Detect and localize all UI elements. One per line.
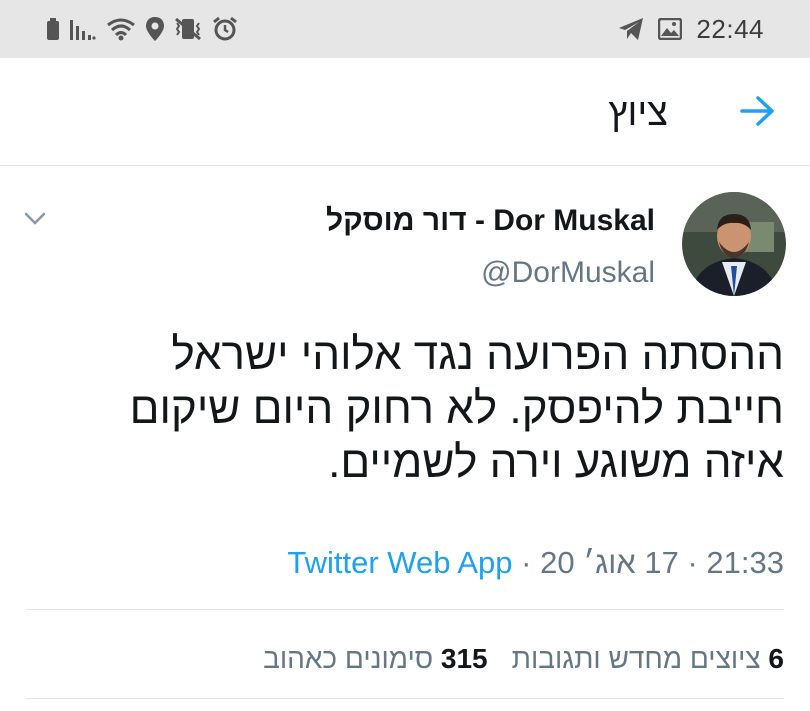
chevron-down-icon xyxy=(24,212,46,231)
back-button[interactable] xyxy=(734,90,780,136)
vibrate-mute-icon xyxy=(174,16,202,42)
page-header: ציוץ xyxy=(0,58,810,166)
location-icon xyxy=(146,16,164,42)
tweet-text-line: ההסתה הפרועה נגד אלוהי ישראל xyxy=(171,330,784,379)
likes-label: סימונים כאהוב xyxy=(263,643,434,674)
retweets-label: ציוצים מחדש ותגובות xyxy=(511,643,761,674)
tweet-source-link[interactable]: Twitter Web App xyxy=(287,545,512,580)
gallery-icon xyxy=(658,16,683,42)
arrow-back-icon xyxy=(740,95,774,131)
more-options-button[interactable] xyxy=(20,206,50,236)
user-handle[interactable]: @DorMuskal xyxy=(481,256,655,290)
battery-icon xyxy=(46,16,60,42)
status-icons-left xyxy=(46,14,238,44)
signal-icon xyxy=(70,16,96,42)
tweet-time: 21:33 xyxy=(706,545,784,580)
divider xyxy=(26,609,784,610)
tweet-text-line: איזה משוגע וירה לשמיים. xyxy=(328,438,784,487)
telegram-icon xyxy=(618,16,644,42)
status-bar: 22:44 xyxy=(0,0,810,58)
alarm-icon xyxy=(212,16,238,42)
display-name[interactable]: Dor Muskal - דור מוסקל xyxy=(326,204,655,238)
status-time: 22:44 xyxy=(696,13,764,44)
tweet-text-line: חייבת להיפסק. לא רחוק היום שיקום xyxy=(129,384,784,433)
divider xyxy=(26,698,784,699)
likes-count: 315 xyxy=(440,643,488,674)
page-title: ציוץ xyxy=(608,92,668,134)
avatar[interactable] xyxy=(682,192,786,296)
tweet-date: 17 אוג׳ 20 xyxy=(540,545,679,580)
wifi-icon xyxy=(106,16,136,42)
tweet-meta: 21:33 · 17 אוג׳ 20 · Twitter Web App xyxy=(287,545,784,581)
tweet-text: ההסתה הפרועה נגד אלוהי ישראל חייבת להיפס… xyxy=(24,328,784,490)
likes-stat[interactable]: 315 סימונים כאהוב xyxy=(263,643,488,674)
retweets-count: 6 xyxy=(768,643,784,674)
meta-separator: · xyxy=(521,545,532,580)
status-icons-right: 22:44 xyxy=(618,14,764,44)
tweet-stats: 6 ציוצים מחדש ותגובות 315 סימונים כאהוב xyxy=(263,643,784,675)
meta-separator: · xyxy=(687,545,698,580)
retweets-stat[interactable]: 6 ציוצים מחדש ותגובות xyxy=(512,643,784,674)
